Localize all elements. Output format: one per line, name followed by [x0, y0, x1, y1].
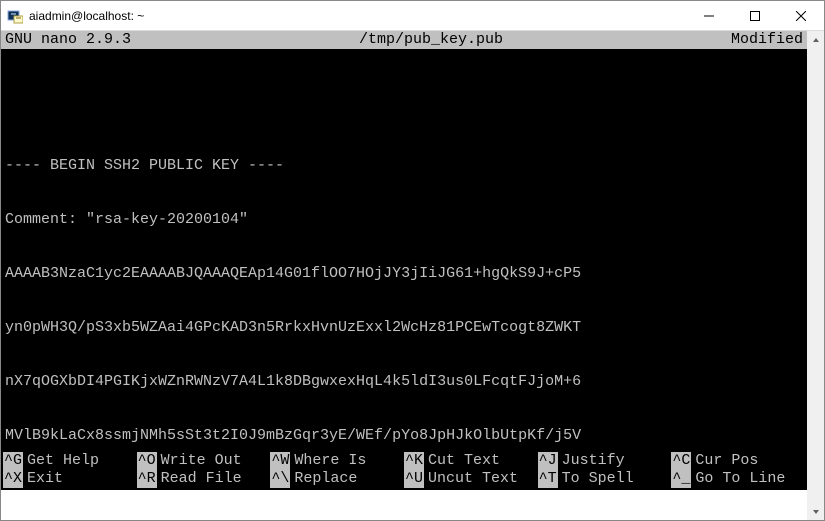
file-line: Comment: "rsa-key-20200104": [5, 211, 803, 229]
file-line: MVlB9kLaCx8ssmjNMh5sSt3t2I0J9mBzGqr3yE/W…: [5, 427, 803, 445]
file-line: ---- BEGIN SSH2 PUBLIC KEY ----: [5, 157, 803, 175]
maximize-button[interactable]: [732, 1, 778, 30]
window-controls: [686, 1, 824, 30]
shortcut-go-to-line: ^_Go To Line: [671, 470, 805, 488]
shortcut-read-file: ^RRead File: [137, 470, 271, 488]
shortcut-justify: ^JJustify: [538, 452, 672, 470]
scroll-track[interactable]: [807, 48, 824, 503]
nano-shortcut-bar: ^GGet Help ^OWrite Out ^WWhere Is ^KCut …: [1, 452, 807, 490]
file-line: AAAAB3NzaC1yc2EAAAABJQAAAQEAp14G01flOO7H…: [5, 265, 803, 283]
minimize-button[interactable]: [686, 1, 732, 30]
file-line: nX7qOGXbDI4PGIKjxWZnRWNzV7A4L1k8DBgwxexH…: [5, 373, 803, 391]
scroll-up-button[interactable]: [807, 31, 824, 48]
putty-icon: [7, 8, 23, 24]
nano-status: Modified: [731, 31, 803, 49]
shortcut-where-is: ^WWhere Is: [270, 452, 404, 470]
window-title: aiadmin@localhost: ~: [29, 9, 686, 23]
window-title-bar[interactable]: aiadmin@localhost: ~: [1, 1, 824, 31]
vertical-scrollbar[interactable]: [807, 31, 824, 520]
shortcut-uncut-text: ^UUncut Text: [404, 470, 538, 488]
shortcut-exit: ^XExit: [3, 470, 137, 488]
nano-version: GNU nano 2.9.3: [5, 31, 131, 49]
scroll-down-button[interactable]: [807, 503, 824, 520]
nano-title-bar: GNU nano 2.9.3 /tmp/pub_key.pub Modified: [1, 31, 807, 49]
close-button[interactable]: [778, 1, 824, 30]
editor-content[interactable]: ---- BEGIN SSH2 PUBLIC KEY ---- Comment:…: [1, 67, 807, 452]
file-line: [5, 103, 803, 121]
shortcut-to-spell: ^TTo Spell: [538, 470, 672, 488]
shortcut-write-out: ^OWrite Out: [137, 452, 271, 470]
shortcut-get-help: ^GGet Help: [3, 452, 137, 470]
nano-filename: /tmp/pub_key.pub: [131, 31, 731, 49]
terminal[interactable]: GNU nano 2.9.3 /tmp/pub_key.pub Modified…: [1, 31, 807, 490]
file-line: yn0pWH3Q/pS3xb5WZAai4GPcKAD3n5RrkxHvnUzE…: [5, 319, 803, 337]
shortcut-cur-pos: ^CCur Pos: [671, 452, 805, 470]
shortcut-cut-text: ^KCut Text: [404, 452, 538, 470]
shortcut-replace: ^\Replace: [270, 470, 404, 488]
